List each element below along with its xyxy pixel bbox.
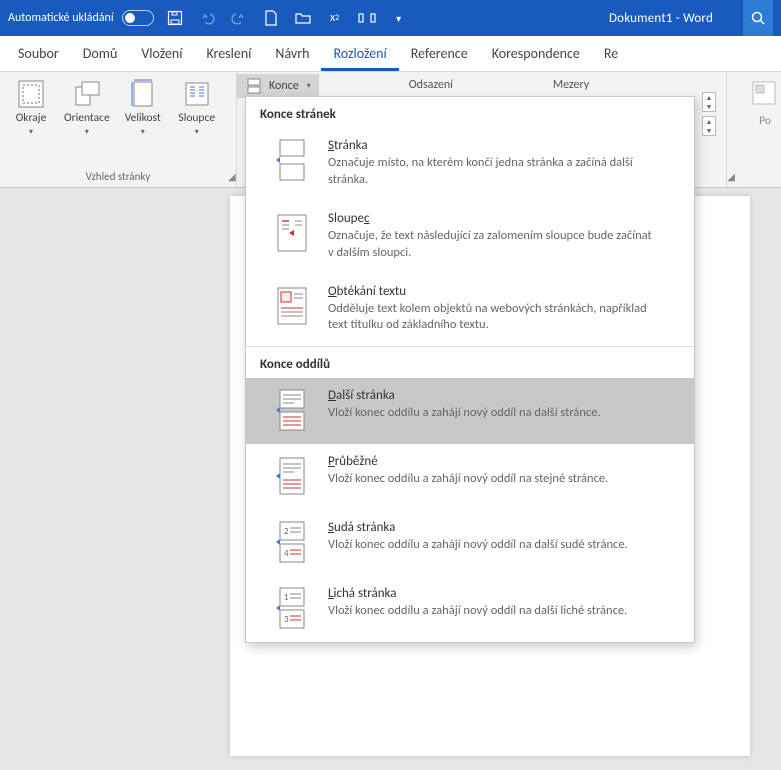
- superscript-icon[interactable]: x2: [324, 7, 346, 29]
- spin-down-icon: ▼: [703, 126, 715, 135]
- group-name-page-setup: Vzhled stránky: [6, 170, 230, 185]
- chevron-down-icon: ▾: [307, 81, 311, 91]
- indent-header: Odsazení: [409, 78, 453, 92]
- menu-item-title: Sloupec: [328, 211, 658, 226]
- menu-item-desc: Označuje, že text následující za zalomen…: [328, 228, 658, 262]
- margins-icon: [15, 78, 47, 110]
- columns-icon: [181, 78, 213, 110]
- search-button[interactable]: [743, 0, 773, 36]
- page-break-icon: [274, 138, 310, 182]
- autosave-toggle[interactable]: Automatické ukládání: [8, 10, 154, 26]
- dropdown-section-header: Konce stránek: [246, 97, 694, 128]
- tab-kresleni[interactable]: Kreslení: [194, 37, 263, 71]
- column-break-icon: [274, 211, 310, 255]
- breaks-button[interactable]: Konce ▾: [237, 74, 319, 98]
- chevron-down-icon: ▾: [29, 127, 33, 137]
- tab-korespondence[interactable]: Korespondence: [480, 37, 592, 71]
- dialog-launcher-icon[interactable]: ◢: [727, 170, 735, 183]
- menu-item-title: Stránka: [328, 138, 658, 153]
- menu-item-title: Průběžné: [328, 454, 608, 469]
- undo-icon[interactable]: [196, 7, 218, 29]
- dropdown-section-header: Konce oddílů: [246, 347, 694, 378]
- svg-text:4: 4: [284, 548, 289, 559]
- menu-item-desc: Vloží konec oddílu a zahájí nový oddíl n…: [328, 471, 608, 488]
- orientation-icon: [71, 78, 103, 110]
- breaks-dropdown: Konce stránek Stránka Označuje místo, na…: [245, 96, 695, 643]
- menu-item-page-break[interactable]: Stránka Označuje místo, na kterém končí …: [246, 128, 694, 201]
- menu-item-desc: Označuje místo, na kterém končí jedna st…: [328, 155, 658, 189]
- orientation-label: Orientace: [64, 112, 110, 125]
- menu-item-desc: Vloží konec oddílu a zahájí nový oddíl n…: [328, 537, 628, 554]
- menu-item-title: Obtékání textu: [328, 284, 658, 299]
- tab-reference[interactable]: Reference: [399, 37, 480, 71]
- tab-rozlozeni[interactable]: Rozložení: [321, 37, 398, 71]
- qat-customize-icon[interactable]: ▾: [388, 7, 410, 29]
- chevron-down-icon: ▾: [195, 127, 199, 137]
- tab-navrh[interactable]: Návrh: [263, 37, 321, 71]
- save-icon[interactable]: [164, 7, 186, 29]
- position-button[interactable]: Po: [731, 72, 781, 187]
- dialog-launcher-icon[interactable]: ◢: [228, 170, 236, 183]
- margins-label: Okraje: [16, 112, 47, 125]
- spin-down-icon: ▼: [703, 102, 715, 111]
- chevron-down-icon: ▾: [141, 127, 145, 137]
- menu-item-even-page-section[interactable]: 24 Sudá stránka Vloží konec oddílu a zah…: [246, 510, 694, 576]
- margins-button[interactable]: Okraje ▾: [6, 76, 56, 139]
- size-label: Velikost: [125, 112, 161, 125]
- continuous-section-icon: [274, 454, 310, 498]
- menu-item-column-break[interactable]: Sloupec Označuje, že text následující za…: [246, 201, 694, 274]
- spin-up-icon: ▲: [703, 117, 715, 126]
- tab-revize[interactable]: Re: [592, 37, 630, 71]
- autosave-label: Automatické ukládání: [8, 11, 114, 25]
- menu-item-desc: Odděluje text kolem objektů na webových …: [328, 301, 658, 335]
- ribbon-tabs: Soubor Domů Vložení Kreslení Návrh Rozlo…: [0, 36, 781, 72]
- svg-text:2: 2: [284, 526, 289, 537]
- touch-mode-icon[interactable]: [356, 7, 378, 29]
- menu-item-title: Další stránka: [328, 388, 601, 403]
- tab-soubor[interactable]: Soubor: [6, 37, 71, 71]
- spinner-stack: ▲▼ ▲▼: [702, 72, 722, 187]
- new-file-icon[interactable]: [260, 7, 282, 29]
- size-button[interactable]: Velikost ▾: [118, 76, 168, 139]
- menu-item-title: Lichá stránka: [328, 586, 627, 601]
- chevron-down-icon: ▾: [85, 127, 89, 137]
- columns-button[interactable]: Sloupce ▾: [172, 76, 222, 139]
- menu-item-title: Sudá stránka: [328, 520, 628, 535]
- position-label: Po: [759, 114, 771, 128]
- toggle-switch-icon: [122, 10, 154, 26]
- even-page-section-icon: 24: [274, 520, 310, 564]
- next-page-section-icon: [274, 388, 310, 432]
- position-icon: [749, 78, 781, 110]
- spinner[interactable]: ▲▼: [702, 92, 716, 112]
- menu-item-desc: Vloží konec oddílu a zahájí nový oddíl n…: [328, 405, 601, 422]
- svg-text:1: 1: [284, 592, 289, 603]
- breaks-label: Konce: [269, 79, 299, 93]
- redo-icon[interactable]: [228, 7, 250, 29]
- size-icon: [127, 78, 159, 110]
- text-wrap-icon: [274, 284, 310, 328]
- svg-text:3: 3: [284, 614, 289, 625]
- menu-item-next-page-section[interactable]: Další stránka Vloží konec oddílu a zaháj…: [246, 378, 694, 444]
- titlebar: Automatické ukládání x2 ▾ Dokument1 - Wo…: [0, 0, 781, 36]
- menu-item-continuous-section[interactable]: Průběžné Vloží konec oddílu a zahájí nov…: [246, 444, 694, 510]
- spinner[interactable]: ▲▼: [702, 116, 716, 136]
- document-title: Dokument1 - Word: [609, 11, 713, 26]
- menu-item-desc: Vloží konec oddílu a zahájí nový oddíl n…: [328, 603, 627, 620]
- columns-label: Sloupce: [178, 112, 215, 125]
- spin-up-icon: ▲: [703, 93, 715, 102]
- breaks-icon: [245, 77, 263, 95]
- open-folder-icon[interactable]: [292, 7, 314, 29]
- tab-domu[interactable]: Domů: [71, 37, 130, 71]
- menu-item-text-wrap-break[interactable]: Obtékání textu Odděluje text kolem objek…: [246, 274, 694, 347]
- spacing-header: Mezery: [553, 78, 589, 92]
- menu-item-odd-page-section[interactable]: 13 Lichá stránka Vloží konec oddílu a za…: [246, 576, 694, 642]
- odd-page-section-icon: 13: [274, 586, 310, 630]
- tab-vlozeni[interactable]: Vložení: [129, 37, 194, 71]
- orientation-button[interactable]: Orientace ▾: [60, 76, 114, 139]
- group-page-setup: Okraje ▾ Orientace ▾ Velikost ▾: [0, 72, 237, 187]
